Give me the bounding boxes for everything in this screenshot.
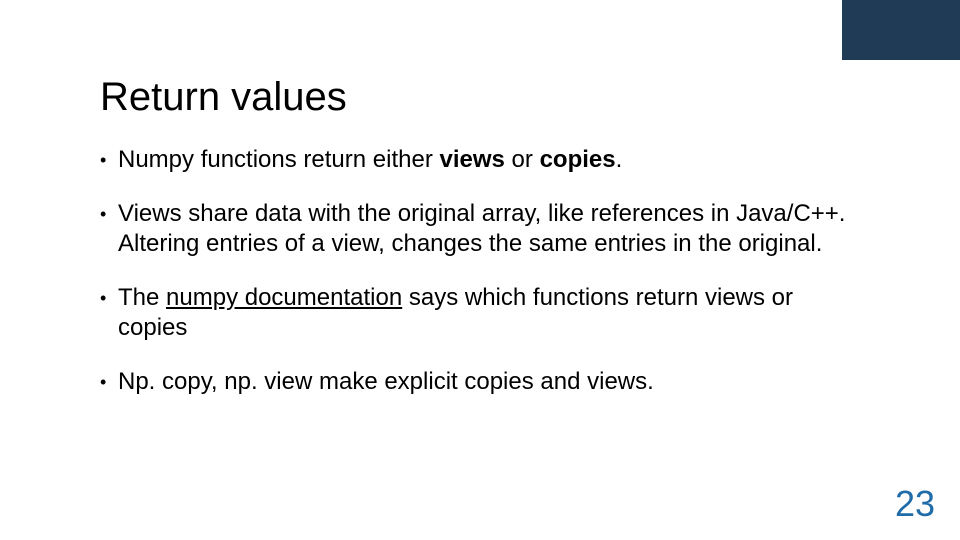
bullet-1-bold-copies: copies (540, 146, 616, 173)
page-number: 23 (895, 483, 935, 525)
bullet-2: Views share data with the original array… (100, 199, 860, 259)
bullet-4-text: Np. copy, np. view make explicit copies … (118, 368, 654, 395)
numpy-documentation-link[interactable]: numpy documentation (166, 284, 402, 311)
bullet-list: Numpy functions return either views or c… (100, 145, 860, 397)
bullet-1-text-pre: Numpy functions return either (118, 146, 439, 173)
bullet-1-bold-views: views (439, 146, 504, 173)
bullet-2-text: Views share data with the original array… (118, 200, 845, 257)
bullet-1-text-mid: or (505, 146, 540, 173)
bullet-1: Numpy functions return either views or c… (100, 145, 860, 175)
slide-title: Return values (100, 75, 860, 120)
bullet-4: Np. copy, np. view make explicit copies … (100, 367, 860, 397)
bullet-3-text-pre: The (118, 284, 166, 311)
bullet-1-text-post: . (616, 146, 623, 173)
slide-body: Return values Numpy functions return eit… (0, 0, 960, 540)
bullet-3: The numpy documentation says which funct… (100, 283, 860, 343)
